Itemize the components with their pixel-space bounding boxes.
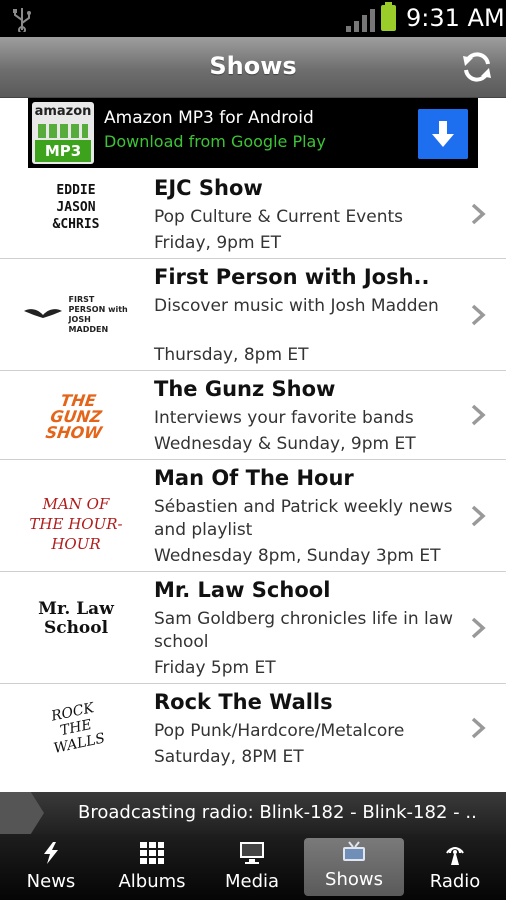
- battery-icon: [381, 2, 396, 31]
- logo-text: Mr. Law School: [38, 599, 114, 638]
- show-logo-law-school: Mr. Law School: [22, 600, 130, 638]
- signal-icon: [346, 9, 375, 32]
- chevron-right-icon: [471, 304, 486, 326]
- logo-text: MAN OF THE HOUR-HOUR: [29, 495, 123, 553]
- amazon-brand-text: amazon: [34, 104, 92, 119]
- tab-label: Albums: [118, 871, 186, 892]
- show-logo-man-of-the-hour: MAN OF THE HOUR-HOUR: [22, 494, 130, 554]
- chevron-right-icon: [471, 617, 486, 639]
- list-item[interactable]: Mr. Law School Mr. Law School Sam Goldbe…: [0, 572, 506, 684]
- show-schedule: Wednesday & Sunday, 9pm ET: [154, 434, 416, 454]
- monitor-icon: [240, 842, 264, 864]
- grid-icon: [140, 842, 164, 864]
- ad-title: Amazon MP3 for Android: [104, 108, 314, 128]
- shows-list: EDDIE JASON &CHRIS EJC Show Pop Culture …: [0, 170, 506, 773]
- show-schedule: Thursday, 8pm ET: [154, 345, 309, 365]
- title-bar: Shows: [0, 37, 506, 98]
- show-name: First Person with Josh..: [154, 265, 430, 289]
- show-logo-gunz: THE GUNZ SHOW: [22, 391, 130, 442]
- show-name: Man Of The Hour: [154, 466, 354, 490]
- clock: 9:31 AM: [406, 4, 505, 32]
- tab-label: News: [26, 871, 76, 892]
- equalizer-graphic: [38, 124, 88, 138]
- tab-label: Radio: [429, 871, 481, 892]
- chevron-right-icon: [471, 717, 486, 739]
- now-playing-bar[interactable]: Broadcasting radio: Blink-182 - Blink-18…: [0, 792, 506, 834]
- logo-text: THE GUNZ SHOW: [44, 391, 104, 442]
- show-name: The Gunz Show: [154, 377, 336, 401]
- show-name: EJC Show: [154, 176, 263, 200]
- bottom-nav: News Albums Media Shows Radio: [0, 834, 506, 900]
- show-description: Pop Punk/Hardcore/Metalcore: [154, 721, 405, 741]
- list-item[interactable]: ROCK THE WALLS Rock The Walls Pop Punk/H…: [0, 684, 506, 773]
- show-name: Rock The Walls: [154, 690, 333, 714]
- list-item[interactable]: MAN OF THE HOUR-HOUR Man Of The Hour Séb…: [0, 460, 506, 572]
- list-item[interactable]: FIRST PERSON with JOSH MADDEN First Pers…: [0, 259, 506, 371]
- tab-albums[interactable]: Albums: [102, 834, 202, 900]
- mp3-badge: MP3: [35, 140, 91, 162]
- show-logo-first-person: FIRST PERSON with JOSH MADDEN: [22, 295, 130, 335]
- tv-icon: [343, 841, 365, 861]
- tab-label: Shows: [325, 869, 383, 890]
- show-name: Mr. Law School: [154, 578, 331, 602]
- chevron-right-icon: [471, 404, 486, 426]
- status-bar: 9:31 AM: [0, 0, 506, 37]
- now-playing-icon[interactable]: [0, 792, 44, 834]
- ad-container: amazon MP3 Amazon MP3 for Android Downlo…: [0, 98, 506, 170]
- show-logo-ejc: EDDIE JASON &CHRIS: [22, 182, 130, 233]
- show-schedule: Friday, 9pm ET: [154, 233, 282, 253]
- amazon-mp3-logo: amazon MP3: [32, 102, 94, 164]
- show-schedule: Wednesday 8pm, Sunday 3pm ET: [154, 546, 441, 566]
- now-playing-text: Broadcasting radio: Blink-182 - Blink-18…: [78, 802, 478, 823]
- logo-text: ROCK THE WALLS: [49, 700, 107, 757]
- show-description: Interviews your favorite bands: [154, 408, 414, 428]
- list-item[interactable]: EDDIE JASON &CHRIS EJC Show Pop Culture …: [0, 170, 506, 259]
- usb-icon: [13, 8, 31, 32]
- show-schedule: Saturday, 8PM ET: [154, 747, 304, 767]
- page-title: Shows: [209, 52, 297, 80]
- list-item[interactable]: THE GUNZ SHOW The Gunz Show Interviews y…: [0, 371, 506, 460]
- show-logo-rock-the-walls: ROCK THE WALLS: [22, 700, 130, 757]
- tab-media[interactable]: Media: [202, 834, 302, 900]
- app-screen: 9:31 AM Shows amazon MP3 Amazon MP3 for …: [0, 0, 506, 900]
- radio-tower-icon: [446, 847, 464, 865]
- tab-radio[interactable]: Radio: [404, 834, 506, 900]
- show-description: Sam Goldberg chronicles life in law scho…: [154, 609, 454, 652]
- show-description: Sébastien and Patrick weekly news and pl…: [154, 497, 453, 540]
- ad-banner[interactable]: amazon MP3 Amazon MP3 for Android Downlo…: [28, 98, 478, 168]
- chevron-right-icon: [471, 505, 486, 527]
- tab-label: Media: [224, 871, 280, 892]
- wings-icon: [24, 309, 63, 318]
- logo-text: EDDIE JASON &CHRIS: [52, 183, 100, 232]
- download-arrow-icon[interactable]: [418, 109, 468, 159]
- lightning-icon: [44, 842, 58, 864]
- chevron-right-icon: [471, 203, 486, 225]
- show-schedule: Friday 5pm ET: [154, 658, 276, 678]
- tab-shows[interactable]: Shows: [304, 838, 404, 896]
- ad-subtitle: Download from Google Play: [104, 132, 326, 151]
- show-description: Pop Culture & Current Events: [154, 207, 403, 227]
- logo-text: FIRST PERSON with JOSH MADDEN: [68, 295, 128, 334]
- show-description: Discover music with Josh Madden: [154, 296, 439, 316]
- tab-news[interactable]: News: [0, 834, 102, 900]
- refresh-icon[interactable]: [460, 50, 494, 84]
